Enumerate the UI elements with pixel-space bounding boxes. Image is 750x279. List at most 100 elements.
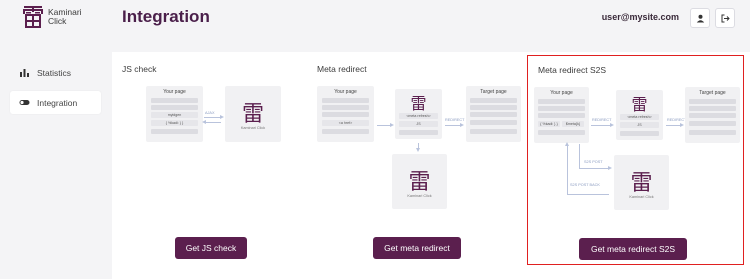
- target-page-card: Target page: [466, 86, 521, 142]
- header: Integration user@mysite.com: [110, 0, 750, 36]
- panel-meta-redirect-s2s: Meta redirect S2S Your page { %kadi: } }…: [527, 55, 744, 265]
- arrow-line: [579, 168, 609, 169]
- code-field: { %kadi: } }: [538, 121, 560, 127]
- card-title: Your page: [163, 89, 186, 95]
- arrow-line: [377, 125, 391, 126]
- sidebar-item-label: Integration: [37, 97, 78, 108]
- kaminari-kanji-icon: 雷: [241, 102, 264, 127]
- kaminari-card: 雷 Kaminari Click: [225, 86, 281, 142]
- placeholder-bar: [151, 105, 198, 110]
- arrow-line: [205, 122, 221, 123]
- placeholder-bar: [689, 106, 736, 111]
- arrow-line: [579, 144, 580, 168]
- get-meta-redirect-button[interactable]: Get meta redirect: [373, 237, 461, 259]
- panel-js-check: JS check Your page myidgen { %kadi: } } …: [112, 52, 307, 279]
- placeholder-bar: [538, 130, 585, 135]
- placeholder-bar: [322, 112, 369, 117]
- kaminari-kanji-icon: 雷: [410, 94, 427, 113]
- code-field: <meta refresh>: [399, 113, 438, 119]
- user-icon: [696, 14, 704, 22]
- card-title: Target page: [480, 89, 507, 95]
- redirect-card: 雷 <meta refresh> JS: [395, 89, 442, 139]
- placeholder-bar: [322, 98, 369, 103]
- your-page-card: Your page myidgen { %kadi: } }: [146, 86, 203, 142]
- placeholder-bar: [322, 105, 369, 110]
- kaminari-kanji-icon: 雷: [408, 170, 431, 195]
- placeholder-bar: [689, 99, 736, 104]
- placeholder-bar: [689, 121, 736, 126]
- arrow-right-icon: [390, 123, 394, 127]
- arrow-right-icon: [460, 123, 464, 127]
- placeholder-bar: [470, 129, 517, 134]
- brand-caption: Kaminari Click: [629, 195, 654, 199]
- arrow-right-icon: [610, 123, 614, 127]
- sidebar: Kaminari Click Statistics Integration: [0, 0, 110, 279]
- arrow-right-icon: [220, 115, 224, 119]
- brand-caption: Kaminari Click: [407, 194, 432, 198]
- arrow-label: REDIRECT: [667, 118, 687, 122]
- panel-meta-redirect: Meta redirect Your page <a href> 雷 <meta…: [307, 52, 527, 279]
- card-title: Your page: [334, 89, 357, 95]
- your-page-card: Your page { %kadi: } } $meta{k}: [534, 87, 589, 143]
- placeholder-bar: [322, 129, 369, 134]
- arrow-right-icon: [608, 166, 612, 170]
- arrow-label: S2S POST: [584, 160, 603, 164]
- placeholder-bar: [538, 113, 585, 118]
- page-title: Integration: [122, 7, 210, 26]
- code-field: myidgen: [151, 112, 198, 118]
- placeholder-bar: [470, 105, 517, 110]
- code-field: <meta refresh>: [620, 114, 659, 120]
- logo[interactable]: Kaminari Click: [22, 5, 82, 29]
- placeholder-bar: [689, 113, 736, 118]
- code-field: { %kadi: } }: [151, 120, 198, 126]
- arrow-line: [567, 144, 568, 194]
- user-email: user@mysite.com: [601, 12, 679, 22]
- code-field: JS: [399, 121, 438, 127]
- logout-button[interactable]: [715, 8, 735, 28]
- placeholder-bar: [151, 129, 198, 134]
- arrow-up-icon: [565, 142, 569, 146]
- placeholder-bar: [470, 120, 517, 125]
- code-field: JS: [620, 122, 659, 128]
- arrow-right-icon: [680, 123, 684, 127]
- arrow-label: AJAX: [205, 111, 215, 115]
- panel-title: Meta redirect: [317, 64, 367, 74]
- placeholder-bar: [620, 131, 659, 136]
- code-field: <a href>: [322, 120, 369, 126]
- panel-title: Meta redirect S2S: [538, 65, 607, 75]
- code-field: $meta{k}: [562, 121, 584, 127]
- target-page-card: Target page: [685, 87, 740, 143]
- arrow-line: [591, 125, 611, 126]
- placeholder-bar: [470, 112, 517, 117]
- profile-button[interactable]: [690, 8, 710, 28]
- sidebar-item-integration[interactable]: Integration: [10, 91, 101, 114]
- panel-title: JS check: [122, 64, 157, 74]
- placeholder-bar: [151, 98, 198, 103]
- logout-icon: [721, 14, 730, 22]
- main-content: JS check Your page myidgen { %kadi: } } …: [112, 52, 750, 279]
- get-meta-redirect-s2s-button[interactable]: Get meta redirect S2S: [579, 238, 687, 260]
- placeholder-bar: [399, 130, 438, 135]
- arrow-down-icon: [416, 148, 420, 152]
- redirect-card: 雷 <meta refresh> JS: [616, 90, 663, 140]
- brand-caption: Kaminari Click: [240, 126, 266, 130]
- bar-chart-icon: [19, 67, 30, 78]
- card-title: Your page: [550, 90, 573, 96]
- arrow-label: REDIRECT: [592, 118, 612, 122]
- kaminari-card: 雷 Kaminari Click: [614, 155, 669, 210]
- arrow-line: [666, 125, 681, 126]
- placeholder-bar: [538, 99, 585, 104]
- card-title: Target page: [699, 90, 726, 96]
- sidebar-item-statistics[interactable]: Statistics: [10, 61, 101, 84]
- arrow-line: [567, 194, 609, 195]
- arrow-label: REDIRECT: [445, 118, 465, 122]
- kaminari-card: 雷 Kaminari Click: [392, 154, 447, 209]
- placeholder-bar: [689, 130, 736, 135]
- logo-text: Kaminari Click: [48, 7, 82, 26]
- your-page-card: Your page <a href>: [317, 86, 374, 142]
- placeholder-bar: [538, 106, 585, 111]
- placeholder-bar: [470, 98, 517, 103]
- get-js-check-button[interactable]: Get JS check: [175, 237, 247, 259]
- kaminari-kanji-icon: 雷: [631, 95, 648, 114]
- kaminari-logo-icon: [23, 6, 43, 28]
